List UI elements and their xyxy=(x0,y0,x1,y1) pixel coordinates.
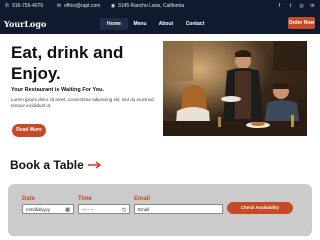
phone-info: ✆ 916-756-4076 xyxy=(4,3,43,9)
nav-item-contact[interactable]: Contact xyxy=(183,18,207,30)
email-placeholder: Email xyxy=(138,207,150,212)
mail-icon: ✉ xyxy=(56,3,62,9)
check-availability-button[interactable]: Check Availability xyxy=(227,202,293,214)
order-now-button[interactable]: Order Now xyxy=(288,17,315,29)
nav-item-home[interactable]: Home xyxy=(100,18,128,30)
hero-title: Eat, drink and Enjoy. xyxy=(11,43,124,83)
clock-icon[interactable]: ◷ xyxy=(122,205,126,215)
top-info-bar: ✆ 916-756-4076 ✉ office@rapt.com ◉ 3145 … xyxy=(0,0,320,14)
date-placeholder: mm/dd/yyyy xyxy=(26,207,51,212)
book-table-heading: Book a Table xyxy=(10,158,84,172)
instagram-icon[interactable]: ◎ xyxy=(298,3,305,10)
twitter-icon[interactable]: t xyxy=(287,3,294,10)
time-field[interactable]: --:-- -- ◷ xyxy=(78,204,130,214)
hero-subtitle: Your Restaurant is Waiting For You. xyxy=(11,87,104,93)
time-label: Time xyxy=(78,196,92,202)
location-icon: ◉ xyxy=(110,3,116,9)
phone-text: 916-756-4076 xyxy=(12,3,44,9)
email-info: ✉ office@rapt.com xyxy=(56,3,101,9)
site-logo[interactable]: YourLogo xyxy=(4,19,46,29)
calendar-icon[interactable]: ▦ xyxy=(65,205,70,215)
restaurant-photo xyxy=(163,41,307,136)
main-navbar: YourLogo Home Menu About Contact Order N… xyxy=(0,14,320,34)
social-links: f t ◎ in xyxy=(276,3,316,10)
facebook-icon[interactable]: f xyxy=(276,3,283,10)
hero-description: Lorem ipsum dolor sit amet, consectetur … xyxy=(11,97,154,108)
nav-item-menu[interactable]: Menu xyxy=(131,18,149,30)
arrow-right-icon xyxy=(88,161,102,169)
date-field[interactable]: mm/dd/yyyy ▦ xyxy=(22,204,74,214)
address-info: ◉ 3145 Rancho Lane, California xyxy=(110,3,184,9)
email-label: Email xyxy=(134,196,151,202)
address-text: 3145 Rancho Lane, California xyxy=(118,3,185,9)
time-placeholder: --:-- -- xyxy=(82,207,94,212)
date-label: Date xyxy=(22,196,36,202)
email-text: office@rapt.com xyxy=(64,3,101,9)
nav-item-about[interactable]: About xyxy=(156,18,176,30)
read-more-button[interactable]: Read More xyxy=(12,124,46,137)
email-field[interactable]: Email xyxy=(134,204,223,214)
phone-icon: ✆ xyxy=(4,3,10,9)
linkedin-icon[interactable]: in xyxy=(309,3,316,10)
